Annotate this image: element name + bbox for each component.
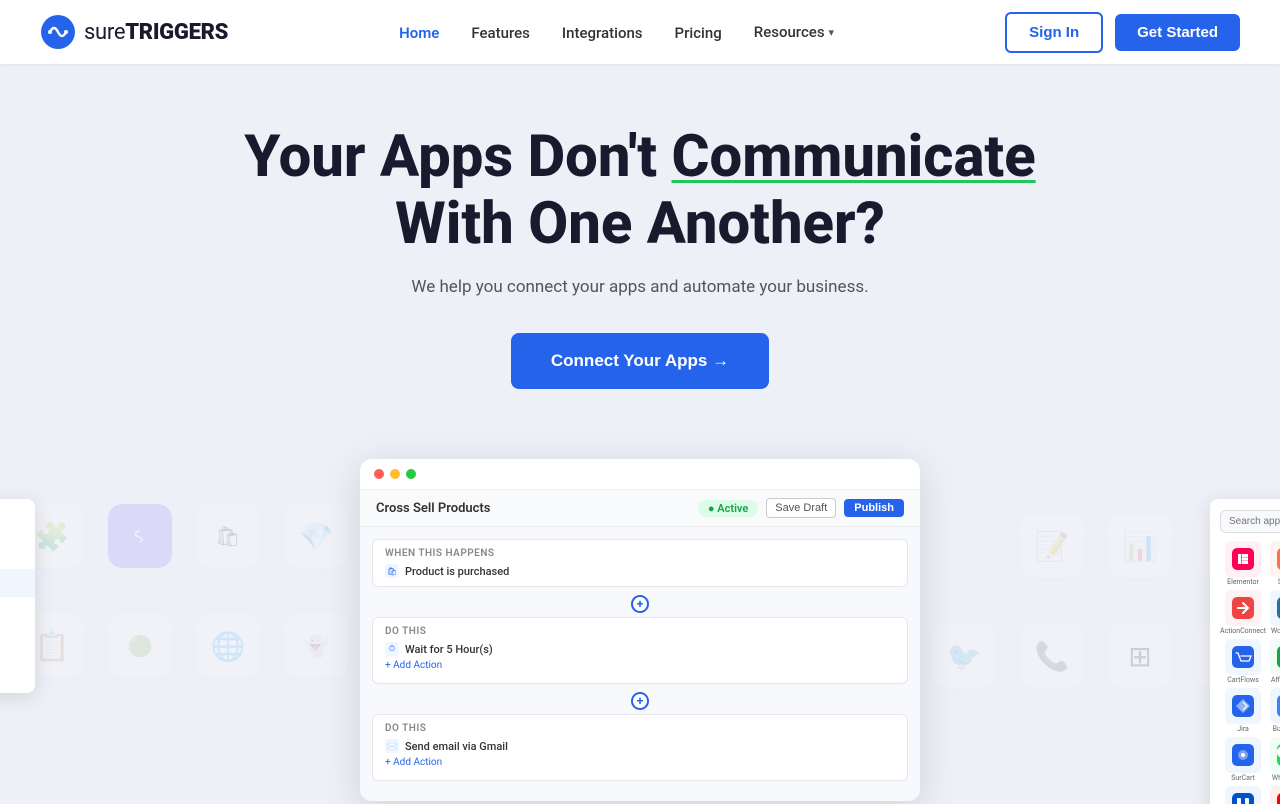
app-icon-elementor [1225, 541, 1261, 577]
hero-subtitle: We help you connect your apps and automa… [20, 277, 1260, 297]
left-sidebar-panel: sureTRIGGERS ⊞ Dashboard ⚙ Automations ☰… [0, 499, 35, 693]
connector1: + [372, 595, 908, 613]
sidebar-panel-dashboard[interactable]: ⊞ Dashboard [0, 541, 35, 569]
app-whatsapp: WhatsApp [1270, 737, 1280, 782]
status-area: ● Active Save Draft Publish [698, 498, 904, 518]
dot-yellow [390, 469, 400, 479]
trigger-card: When this happens 🛍 Product is purchased [372, 539, 908, 587]
app-cartflows: CartFlows [1220, 639, 1266, 684]
trigger-icon: 🛍 [385, 564, 399, 578]
sidebar-panel-logo: sureTRIGGERS [0, 511, 35, 541]
action1-item: ⏱ Wait for 5 Hour(s) [385, 642, 895, 656]
action2-card: Do this ✉️ Send email via Gmail + Add Ac… [372, 714, 908, 781]
app-sprout: Sprout [1270, 541, 1280, 586]
publish-button[interactable]: Publish [844, 499, 904, 517]
hero-title-part2: With One Another? [395, 190, 885, 258]
mockup-body: When this happens 🛍 Product is purchased… [360, 527, 920, 801]
main-mockup: Cross Sell Products ● Active Save Draft … [360, 459, 920, 801]
hero-title-part1: Your Apps Don't [244, 123, 671, 191]
apps-grid: Elementor Sprout SureMembers W [1220, 541, 1280, 804]
hero-section: Your Apps Don't Communicate With One Ano… [0, 64, 1280, 429]
action1-icon: ⏱ [385, 642, 399, 656]
connector-circle2: + [631, 692, 649, 710]
app-icon-youtube [1270, 786, 1280, 804]
app-jira: Jira [1220, 688, 1266, 733]
connector-circle1: + [631, 595, 649, 613]
app-icon-affiliatewp: A [1270, 639, 1280, 675]
nav-actions: Sign In Get Started [1005, 12, 1240, 53]
sidebar-panel-history[interactable]: ☰ History [0, 597, 35, 625]
mockup-page-title: Cross Sell Products [376, 501, 490, 516]
sidebar-panel-automations[interactable]: ⚙ Automations [0, 569, 35, 597]
connector2: + [372, 692, 908, 710]
app-icon-trello [1225, 786, 1261, 804]
flow-canvas: When this happens 🛍 Product is purchased… [360, 527, 920, 801]
hero-title-highlight: Communicate [672, 123, 1036, 191]
app-icon-jira [1225, 688, 1261, 724]
app-youtube: YouTube [1270, 786, 1280, 804]
status-badge: ● Active [698, 500, 758, 517]
navbar: sureTRIGGERS Home Features Integrations … [0, 0, 1280, 64]
cta-button[interactable]: Connect Your Apps → [511, 333, 769, 389]
action1-card: Do this ⏱ Wait for 5 Hour(s) + Add Actio… [372, 617, 908, 684]
dot-green [406, 469, 416, 479]
signin-button[interactable]: Sign In [1005, 12, 1103, 53]
nav-item-resources[interactable]: Resources ▾ [754, 23, 834, 41]
nav-item-features[interactable]: Features [471, 23, 529, 42]
logo[interactable]: sureTRIGGERS [40, 14, 228, 50]
app-actionconnect: ActionConnect [1220, 590, 1266, 635]
app-icon-cartflows [1225, 639, 1261, 675]
app-bizlocate: BizLocate [1270, 688, 1280, 733]
app-affiliatewp: A AffiliateWP [1270, 639, 1280, 684]
app-icon-sprout [1270, 541, 1280, 577]
action2-item: ✉️ Send email via Gmail [385, 739, 895, 753]
app-icon-bizlocate [1270, 688, 1280, 724]
app-elementor: Elementor [1220, 541, 1266, 586]
add-action1-button[interactable]: + Add Action [385, 656, 895, 675]
chevron-down-icon: ▾ [829, 26, 835, 39]
app-wordpress: WordPress [1270, 590, 1280, 635]
sidebar-panel-apps[interactable]: ⊞ Apps [0, 625, 35, 653]
mockup-area: sureTRIGGERS ⊞ Dashboard ⚙ Automations ☰… [0, 459, 1280, 801]
sidebar-panel-settings[interactable]: ⚙ Settings [0, 653, 35, 681]
topbar: Cross Sell Products ● Active Save Draft … [360, 490, 920, 527]
apps-panel: Elementor Sprout SureMembers W [1210, 499, 1280, 804]
logo-icon [40, 14, 76, 50]
logo-text: sureTRIGGERS [84, 20, 228, 45]
when-label: When this happens [385, 548, 895, 559]
nav-item-integrations[interactable]: Integrations [562, 23, 643, 42]
add-action2-button[interactable]: + Add Action [385, 753, 895, 772]
trigger-item: 🛍 Product is purchased [385, 564, 895, 578]
app-surecart: SurCart [1220, 737, 1266, 782]
action2-icon: ✉️ [385, 739, 399, 753]
app-icon-whatsapp [1270, 737, 1280, 773]
app-icon-wordpress [1270, 590, 1280, 626]
apps-search-input[interactable] [1220, 510, 1280, 533]
do-this-label1: Do this [385, 626, 895, 637]
titlebar [360, 459, 920, 490]
dot-red [374, 469, 384, 479]
nav-item-home[interactable]: Home [399, 23, 439, 42]
app-icon-surecart [1225, 737, 1261, 773]
app-trello: Trello [1220, 786, 1266, 804]
save-draft-button[interactable]: Save Draft [766, 498, 836, 518]
getstarted-button[interactable]: Get Started [1115, 14, 1240, 51]
app-icon-actionconnect [1225, 590, 1261, 626]
nav-links: Home Features Integrations Pricing Resou… [399, 23, 834, 42]
hero-title: Your Apps Don't Communicate With One Ano… [20, 124, 1260, 257]
nav-item-pricing[interactable]: Pricing [675, 23, 722, 42]
do-this-label2: Do this [385, 723, 895, 734]
